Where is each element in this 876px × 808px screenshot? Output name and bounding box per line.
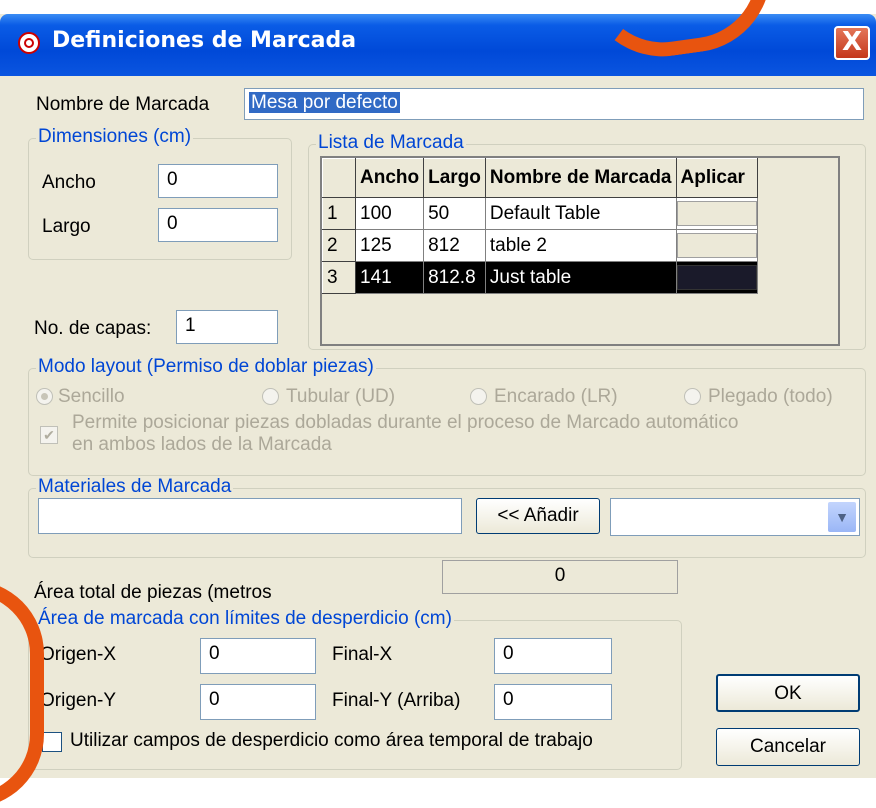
app-icon	[18, 32, 40, 54]
cell-largo[interactable]: 812.8	[423, 261, 486, 294]
apply-button[interactable]	[676, 233, 757, 258]
radio-sencillo[interactable]	[36, 388, 53, 405]
length-input[interactable]: 0	[158, 208, 278, 242]
apply-button[interactable]	[676, 265, 757, 290]
final-x-label: Final-X	[332, 644, 393, 665]
dimensions-legend: Dimensiones (cm)	[36, 126, 194, 148]
cell-nombre[interactable]: Default Table	[484, 197, 677, 230]
name-input[interactable]: Mesa por defecto	[244, 88, 864, 120]
cell-aplicar	[675, 197, 758, 230]
layout-mode-legend: Modo layout (Permiso de doblar piezas)	[36, 356, 376, 378]
total-area-label: Área total de piezas (metros	[34, 582, 272, 603]
window-title: Definiciones de Marcada	[52, 28, 357, 53]
waste-area-legend: Área de marcada con límites de desperdic…	[36, 608, 454, 630]
radio-tubular[interactable]	[262, 388, 279, 405]
materials-legend: Materiales de Marcada	[36, 476, 234, 498]
width-label: Ancho	[42, 172, 96, 193]
materials-select[interactable]: ▼	[610, 498, 860, 536]
cell-aplicar	[675, 229, 758, 262]
radio-tubular-label: Tubular (UD)	[286, 386, 396, 407]
grid-corner	[322, 158, 356, 198]
column-header-nombre[interactable]: Nombre de Marcada	[484, 158, 677, 198]
layers-label: No. de capas:	[34, 318, 152, 339]
radio-plegado-label: Plegado (todo)	[708, 386, 833, 407]
cell-ancho[interactable]: 100	[354, 197, 425, 230]
table-row-selected[interactable]: 3 141 812.8 Just table	[322, 261, 758, 294]
table-row[interactable]: 1 100 50 Default Table	[322, 197, 758, 230]
name-label: Nombre de Marcada	[36, 94, 210, 115]
origin-x-input[interactable]: 0	[200, 638, 316, 674]
origin-y-input[interactable]: 0	[200, 684, 316, 720]
name-input-value: Mesa por defecto	[249, 92, 400, 113]
column-header-ancho[interactable]: Ancho	[354, 158, 425, 198]
fold-checkbox-label-line1: Permite posicionar piezas dobladas duran…	[72, 412, 739, 433]
waste-workspace-checkbox[interactable]	[42, 732, 62, 752]
cell-ancho[interactable]: 141	[354, 261, 425, 294]
column-header-largo[interactable]: Largo	[423, 158, 486, 198]
cell-nombre[interactable]: Just table	[484, 261, 677, 294]
origin-x-label: Origen-X	[40, 644, 117, 665]
chevron-down-icon[interactable]: ▼	[828, 502, 856, 532]
dialog-window: Definiciones de Marcada X Nombre de Marc…	[0, 14, 876, 778]
close-button[interactable]: X	[834, 26, 870, 60]
cancel-button[interactable]: Cancelar	[716, 728, 860, 766]
layers-input[interactable]: 1	[176, 310, 278, 344]
total-area-value: 0	[442, 560, 678, 594]
ok-button[interactable]: OK	[716, 674, 860, 712]
column-header-aplicar[interactable]: Aplicar	[675, 158, 758, 198]
final-x-input[interactable]: 0	[494, 638, 612, 674]
table-row[interactable]: 2 125 812 table 2	[322, 229, 758, 262]
radio-encarado[interactable]	[470, 388, 487, 405]
cell-largo[interactable]: 50	[423, 197, 486, 230]
length-label: Largo	[42, 216, 91, 237]
fold-checkbox-label-line2: en ambos lados de la Marcada	[72, 434, 332, 455]
marker-list-grid[interactable]: Ancho Largo Nombre de Marcada Aplicar 1 …	[320, 156, 840, 346]
waste-workspace-checkbox-label: Utilizar campos de desperdicio como área…	[70, 730, 593, 751]
cell-aplicar	[675, 261, 758, 294]
materials-input[interactable]	[38, 498, 462, 534]
marker-list-legend: Lista de Marcada	[316, 132, 466, 154]
cell-ancho[interactable]: 125	[354, 229, 425, 262]
width-input[interactable]: 0	[158, 164, 278, 198]
final-y-label: Final-Y (Arriba)	[332, 690, 461, 711]
add-material-button[interactable]: << Añadir	[476, 498, 600, 534]
row-number[interactable]: 1	[322, 197, 356, 230]
row-number[interactable]: 3	[322, 261, 356, 294]
radio-plegado[interactable]	[684, 388, 701, 405]
row-number[interactable]: 2	[322, 229, 356, 262]
radio-encarado-label: Encarado (LR)	[494, 386, 618, 407]
cell-nombre[interactable]: table 2	[484, 229, 677, 262]
fold-checkbox[interactable]: ✔	[40, 426, 58, 444]
origin-y-label: Origen-Y	[40, 690, 117, 711]
final-y-input[interactable]: 0	[494, 684, 612, 720]
grid-header-row: Ancho Largo Nombre de Marcada Aplicar	[322, 158, 758, 198]
radio-sencillo-label: Sencillo	[58, 386, 125, 407]
cell-largo[interactable]: 812	[423, 229, 486, 262]
apply-button[interactable]	[676, 201, 757, 226]
